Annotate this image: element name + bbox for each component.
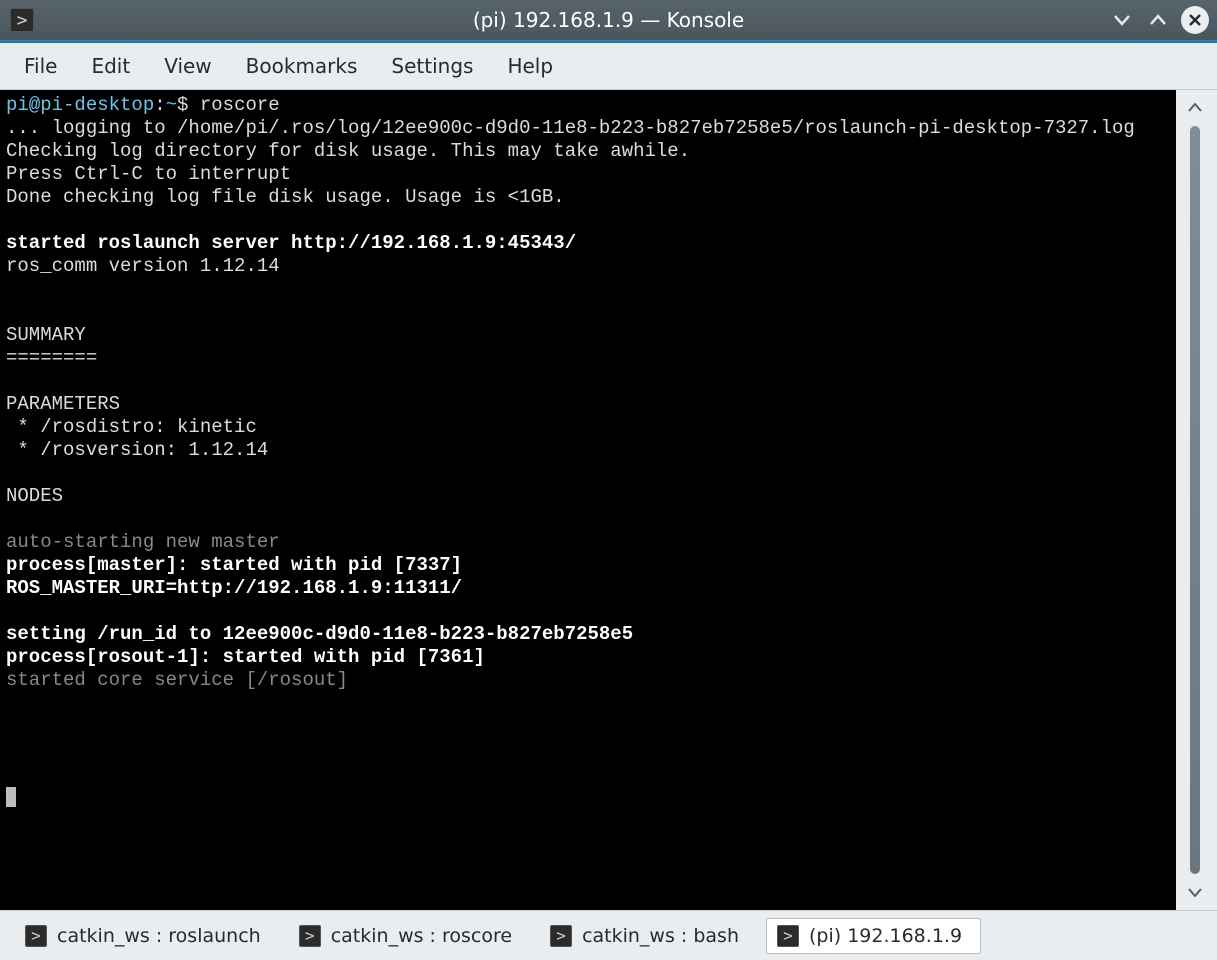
term-line: SUMMARY — [6, 324, 86, 346]
chevron-down-icon — [1187, 884, 1203, 900]
term-line: ... logging to /home/pi/.ros/log/12ee900… — [6, 117, 1135, 139]
terminal-cursor — [6, 787, 16, 807]
term-line: PARAMETERS — [6, 393, 120, 415]
tab-roslaunch[interactable]: > catkin_ws : roslaunch — [14, 918, 280, 954]
scroll-thumb[interactable] — [1190, 126, 1200, 874]
window-controls — [1109, 6, 1209, 34]
term-line-dim: auto-starting new master — [6, 531, 280, 553]
menu-file[interactable]: File — [24, 54, 57, 78]
term-line: ======== — [6, 347, 97, 369]
term-line: NODES — [6, 485, 63, 507]
menu-view[interactable]: View — [164, 54, 211, 78]
terminal-icon: > — [25, 925, 47, 947]
tab-label: (pi) 192.168.1.9 — [809, 925, 962, 947]
scroll-up-button[interactable] — [1181, 94, 1209, 122]
tab-label: catkin_ws : bash — [582, 925, 739, 947]
tab-label: catkin_ws : roscore — [331, 925, 512, 947]
minimize-button[interactable] — [1109, 7, 1135, 33]
terminal-icon: > — [777, 925, 799, 947]
term-line-bold: ROS_MASTER_URI=http://192.168.1.9:11311/ — [6, 577, 462, 599]
menu-edit[interactable]: Edit — [91, 54, 130, 78]
scroll-down-button[interactable] — [1181, 878, 1209, 906]
scrollbar[interactable] — [1176, 90, 1214, 910]
scroll-track[interactable] — [1190, 126, 1200, 874]
chevron-up-icon — [1187, 100, 1203, 116]
term-line: * /rosdistro: kinetic — [6, 416, 257, 438]
tab-roscore[interactable]: > catkin_ws : roscore — [288, 918, 531, 954]
term-line: * /rosversion: 1.12.14 — [6, 439, 268, 461]
prompt-sep: : — [154, 94, 165, 116]
terminal-container: pi@pi-desktop:~$ roscore ... logging to … — [0, 90, 1217, 910]
tab-bash[interactable]: > catkin_ws : bash — [539, 918, 758, 954]
window-title: (pi) 192.168.1.9 — Konsole — [0, 8, 1217, 32]
prompt-path: ~ — [166, 94, 177, 116]
chevron-down-icon — [1112, 10, 1132, 30]
menu-help[interactable]: Help — [507, 54, 553, 78]
term-line: Done checking log file disk usage. Usage… — [6, 186, 565, 208]
term-line: ros_comm version 1.12.14 — [6, 255, 280, 277]
tab-ssh-pi[interactable]: > (pi) 192.168.1.9 — [766, 918, 981, 954]
term-line: Press Ctrl-C to interrupt — [6, 163, 291, 185]
terminal-icon: > — [299, 925, 321, 947]
chevron-up-icon — [1148, 10, 1168, 30]
menubar: File Edit View Bookmarks Settings Help — [0, 43, 1217, 90]
close-icon — [1188, 13, 1202, 27]
term-line-bold: setting /run_id to 12ee900c-d9d0-11e8-b2… — [6, 623, 633, 645]
maximize-button[interactable] — [1145, 7, 1171, 33]
terminal-icon: > — [550, 925, 572, 947]
term-line: Checking log directory for disk usage. T… — [6, 140, 690, 162]
prompt-user-host: pi@pi-desktop — [6, 94, 154, 116]
prompt-dollar: $ — [177, 94, 188, 116]
menu-settings[interactable]: Settings — [391, 54, 473, 78]
tab-label: catkin_ws : roslaunch — [57, 925, 261, 947]
terminal-output[interactable]: pi@pi-desktop:~$ roscore ... logging to … — [0, 90, 1176, 910]
tab-bar: > catkin_ws : roslaunch > catkin_ws : ro… — [0, 910, 1217, 960]
term-line-bold: process[master]: started with pid [7337] — [6, 554, 462, 576]
window-titlebar: > (pi) 192.168.1.9 — Konsole — [0, 0, 1217, 40]
term-line-bold: started roslaunch server http://192.168.… — [6, 232, 576, 254]
term-line-bold: process[rosout-1]: started with pid [736… — [6, 646, 485, 668]
app-icon: > — [10, 8, 34, 32]
command-text: roscore — [200, 94, 280, 116]
term-line-dim: started core service [/rosout] — [6, 669, 348, 691]
close-button[interactable] — [1181, 6, 1209, 34]
menu-bookmarks[interactable]: Bookmarks — [246, 54, 358, 78]
